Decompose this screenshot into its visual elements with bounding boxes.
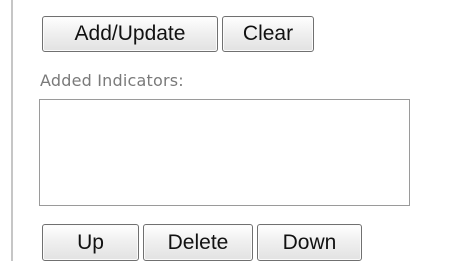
up-button[interactable]: Up (42, 224, 139, 261)
added-indicators-label: Added Indicators: (40, 71, 184, 90)
added-indicators-list[interactable] (39, 99, 410, 206)
delete-button[interactable]: Delete (143, 224, 253, 261)
left-divider (11, 0, 13, 261)
add-update-button[interactable]: Add/Update (42, 16, 218, 52)
clear-button[interactable]: Clear (222, 16, 314, 52)
indicator-editor-panel: Add/Update Clear Added Indicators: Up De… (0, 0, 461, 265)
down-button[interactable]: Down (257, 224, 362, 261)
